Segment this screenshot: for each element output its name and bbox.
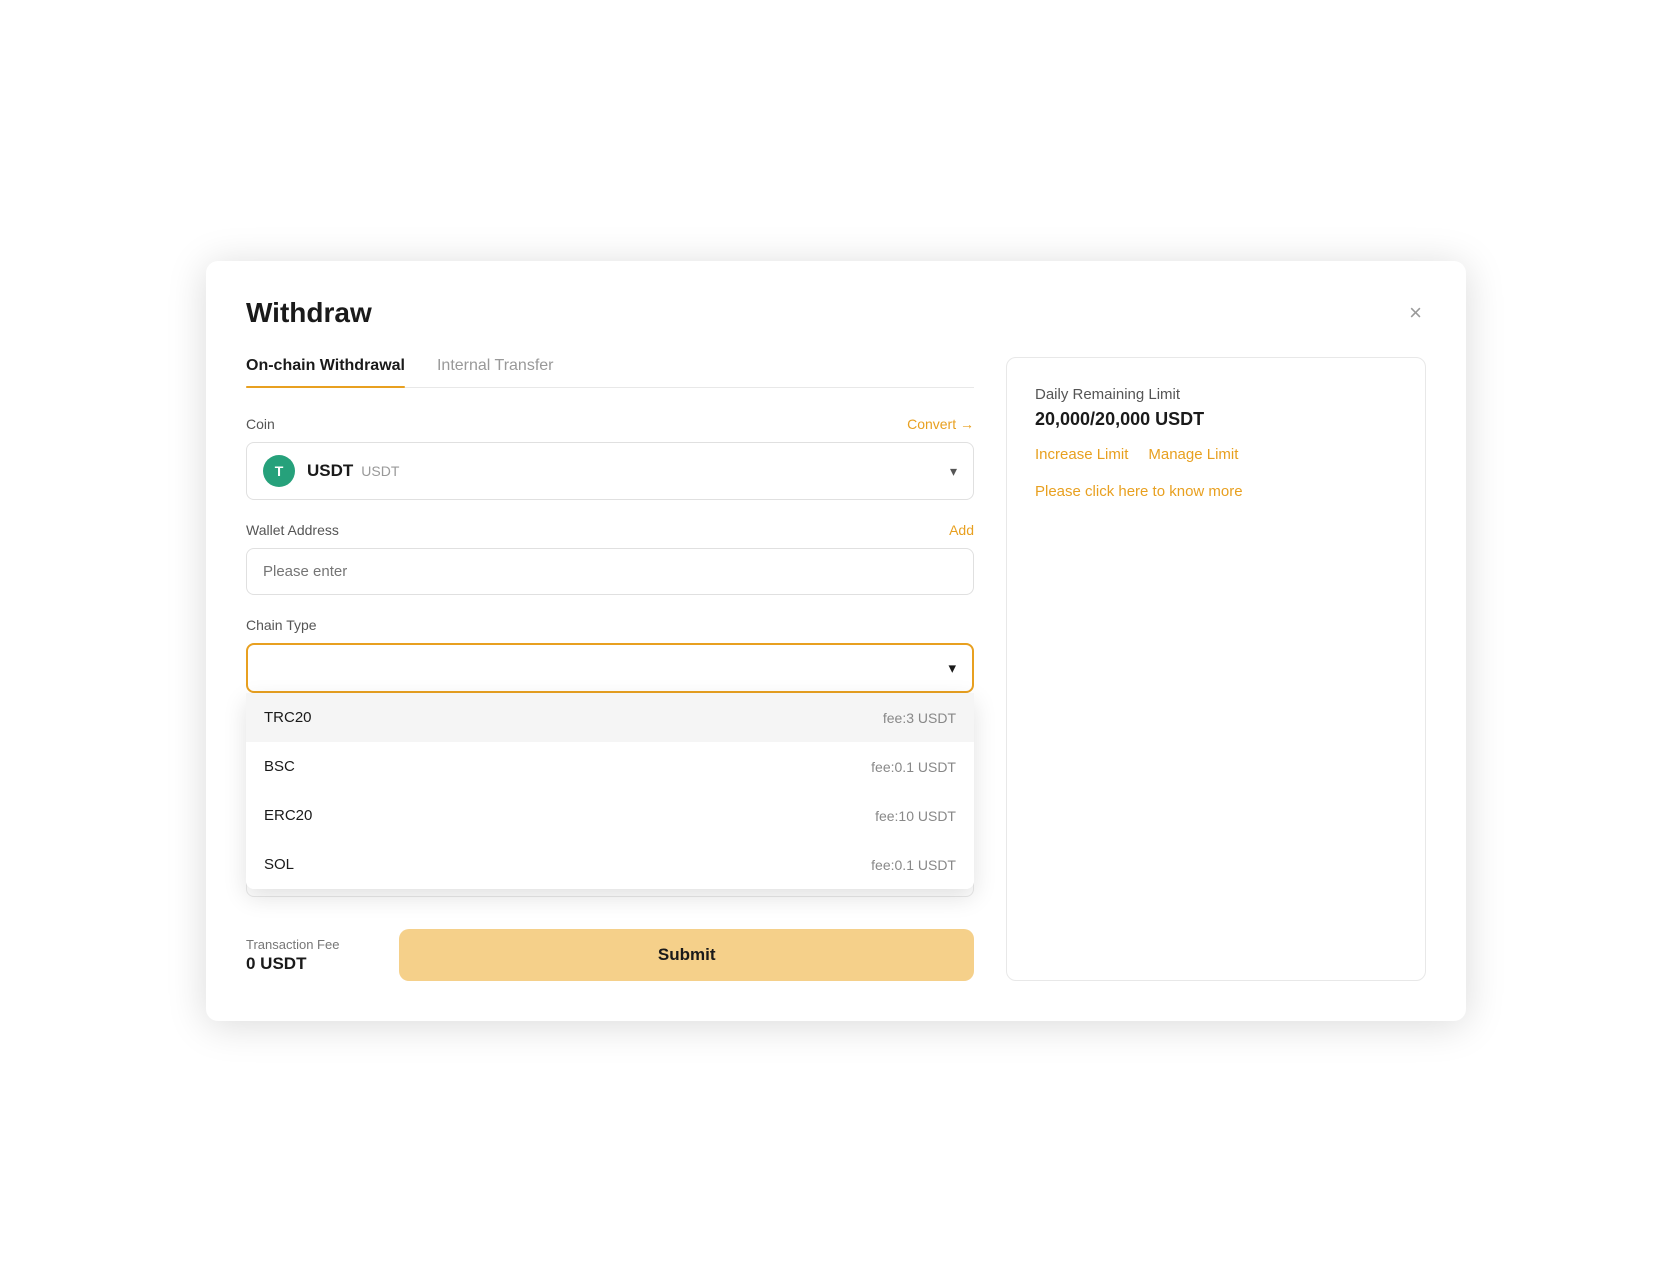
right-panel: Daily Remaining Limit 20,000/20,000 USDT… [1006, 357, 1426, 981]
manage-limit-link[interactable]: Manage Limit [1148, 446, 1238, 463]
daily-limit-value: 20,000/20,000 USDT [1035, 409, 1397, 430]
chain-option-bsc[interactable]: BSC fee:0.1 USDT [246, 742, 974, 791]
fee-label: Transaction Fee [246, 937, 339, 952]
withdraw-modal: Withdraw × On-chain Withdrawal Internal … [206, 261, 1466, 1021]
add-link[interactable]: Add [949, 522, 974, 538]
wallet-address-input[interactable] [246, 548, 974, 595]
coin-dropdown-arrow: ▾ [950, 463, 957, 480]
wallet-label: Wallet Address [246, 522, 339, 538]
tab-onchain[interactable]: On-chain Withdrawal [246, 357, 405, 387]
chain-option-bsc-name: BSC [264, 758, 295, 775]
convert-link[interactable]: Convert → [907, 416, 974, 432]
modal-header: Withdraw × [246, 297, 1426, 329]
modal-title: Withdraw [246, 297, 372, 329]
chain-option-sol-name: SOL [264, 856, 294, 873]
chain-type-section: Chain Type ▾ TRC20 fee:3 USDT BS [246, 617, 974, 693]
coin-label: Coin [246, 416, 275, 432]
chain-option-erc20-name: ERC20 [264, 807, 312, 824]
limit-links: Increase Limit Manage Limit [1035, 446, 1397, 463]
chain-dropdown-arrow: ▾ [948, 659, 956, 677]
coin-symbol: USDT [361, 463, 399, 479]
chain-option-erc20-fee: fee:10 USDT [875, 808, 956, 824]
chain-option-trc20-fee: fee:3 USDT [883, 710, 956, 726]
chain-dropdown-list: TRC20 fee:3 USDT BSC fee:0.1 USDT ERC20 … [246, 693, 974, 889]
chain-option-sol[interactable]: SOL fee:0.1 USDT [246, 840, 974, 889]
chain-option-sol-fee: fee:0.1 USDT [871, 857, 956, 873]
chain-option-erc20[interactable]: ERC20 fee:10 USDT [246, 791, 974, 840]
chain-option-trc20-name: TRC20 [264, 709, 312, 726]
close-button[interactable]: × [1405, 298, 1426, 328]
coin-selector[interactable]: T USDT USDT ▾ [246, 442, 974, 500]
chain-option-bsc-fee: fee:0.1 USDT [871, 759, 956, 775]
chain-dropdown-container: ▾ TRC20 fee:3 USDT BSC fee:0.1 USDT [246, 643, 974, 693]
daily-limit-label: Daily Remaining Limit [1035, 386, 1397, 403]
tabs-container: On-chain Withdrawal Internal Transfer [246, 357, 974, 388]
tab-internal-transfer[interactable]: Internal Transfer [437, 357, 554, 387]
coin-section: Coin Convert → T USDT USDT ▾ [246, 416, 974, 500]
fee-row: Transaction Fee 0 USDT Submit [246, 929, 974, 981]
left-panel: On-chain Withdrawal Internal Transfer Co… [246, 357, 974, 981]
coin-icon: T [263, 455, 295, 487]
increase-limit-link[interactable]: Increase Limit [1035, 446, 1128, 463]
fee-value: 0 USDT [246, 954, 339, 974]
submit-button[interactable]: Submit [399, 929, 974, 981]
wallet-section-header: Wallet Address Add [246, 522, 974, 538]
modal-body: On-chain Withdrawal Internal Transfer Co… [246, 357, 1426, 981]
chain-option-trc20[interactable]: TRC20 fee:3 USDT [246, 693, 974, 742]
coin-section-header: Coin Convert → [246, 416, 974, 432]
coin-name: USDT [307, 461, 353, 481]
chain-type-label: Chain Type [246, 617, 317, 633]
chain-type-header: Chain Type [246, 617, 974, 633]
wallet-section: Wallet Address Add [246, 522, 974, 595]
chain-type-select[interactable]: ▾ [246, 643, 974, 693]
know-more-link[interactable]: Please click here to know more [1035, 483, 1397, 500]
fee-section: Transaction Fee 0 USDT [246, 937, 339, 974]
